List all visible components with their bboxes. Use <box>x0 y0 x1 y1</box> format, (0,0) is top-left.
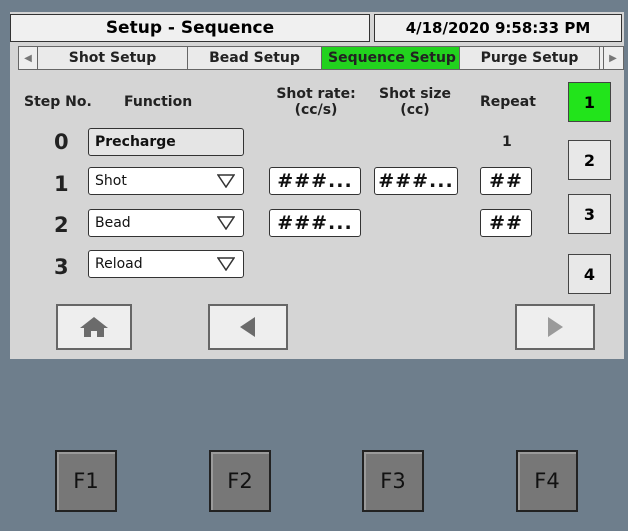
chevron-down-icon <box>217 174 235 188</box>
page-title: Setup - Sequence <box>10 14 370 42</box>
header-shot-rate-label: Shot rate: <box>276 86 356 102</box>
function-key-f3[interactable]: F3 <box>362 450 424 512</box>
function-key-f4[interactable]: F4 <box>516 450 578 512</box>
step-button-1[interactable]: 1 <box>568 82 611 122</box>
step-number: 1 <box>54 172 69 196</box>
shot-size-input[interactable]: ###... <box>374 167 458 195</box>
header-shot-size-label: Shot size <box>378 86 451 102</box>
function-key-f1[interactable]: F1 <box>55 450 117 512</box>
header-shot-rate: Shot rate: (cc/s) <box>268 86 364 118</box>
home-button[interactable] <box>56 304 132 350</box>
repeat-value: 1 <box>502 134 512 150</box>
function-dropdown[interactable]: Reload <box>88 250 244 278</box>
step-button-4[interactable]: 4 <box>568 254 611 294</box>
step-button-3[interactable]: 3 <box>568 194 611 234</box>
tab-scroll-left-icon[interactable]: ◀ <box>19 47 38 69</box>
header-repeat: Repeat <box>480 94 536 110</box>
function-dropdown[interactable]: Shot <box>88 167 244 195</box>
function-dropdown-value: Shot <box>95 173 127 189</box>
previous-button[interactable] <box>208 304 288 350</box>
tab-purge-setup[interactable]: Purge Setup <box>460 47 600 69</box>
function-key-f2[interactable]: F2 <box>209 450 271 512</box>
header-shot-size-unit: (cc) <box>400 102 430 118</box>
function-dropdown-value: Bead <box>95 215 131 231</box>
arrow-right-icon <box>548 317 563 337</box>
tab-bead-setup[interactable]: Bead Setup <box>188 47 322 69</box>
tab-scroll-right-icon[interactable]: ▶ <box>603 47 622 69</box>
repeat-input[interactable]: ## <box>480 167 532 195</box>
function-precharge: Precharge <box>88 128 244 156</box>
header-shot-size: Shot size (cc) <box>372 86 458 118</box>
chevron-down-icon <box>217 216 235 230</box>
header-shot-rate-unit: (cc/s) <box>294 102 338 118</box>
repeat-input[interactable]: ## <box>480 209 532 237</box>
step-number: 3 <box>54 255 69 279</box>
header-step-no: Step No. <box>24 94 92 110</box>
step-number: 2 <box>54 213 69 237</box>
tab-bar: ◀ Shot Setup Bead Setup Sequence Setup P… <box>18 46 624 70</box>
function-dropdown[interactable]: Bead <box>88 209 244 237</box>
chevron-down-icon <box>217 257 235 271</box>
function-dropdown-value: Reload <box>95 256 143 272</box>
next-button[interactable] <box>515 304 595 350</box>
home-icon <box>80 317 108 337</box>
header-function: Function <box>124 94 193 110</box>
step-button-2[interactable]: 2 <box>568 140 611 180</box>
datetime-display: 4/18/2020 9:58:33 PM <box>374 14 622 42</box>
tab-sequence-setup[interactable]: Sequence Setup <box>322 47 460 69</box>
shot-rate-input[interactable]: ###... <box>269 209 361 237</box>
arrow-left-icon <box>240 317 255 337</box>
tab-shot-setup[interactable]: Shot Setup <box>38 47 188 69</box>
step-number: 0 <box>54 130 69 154</box>
shot-rate-input[interactable]: ###... <box>269 167 361 195</box>
